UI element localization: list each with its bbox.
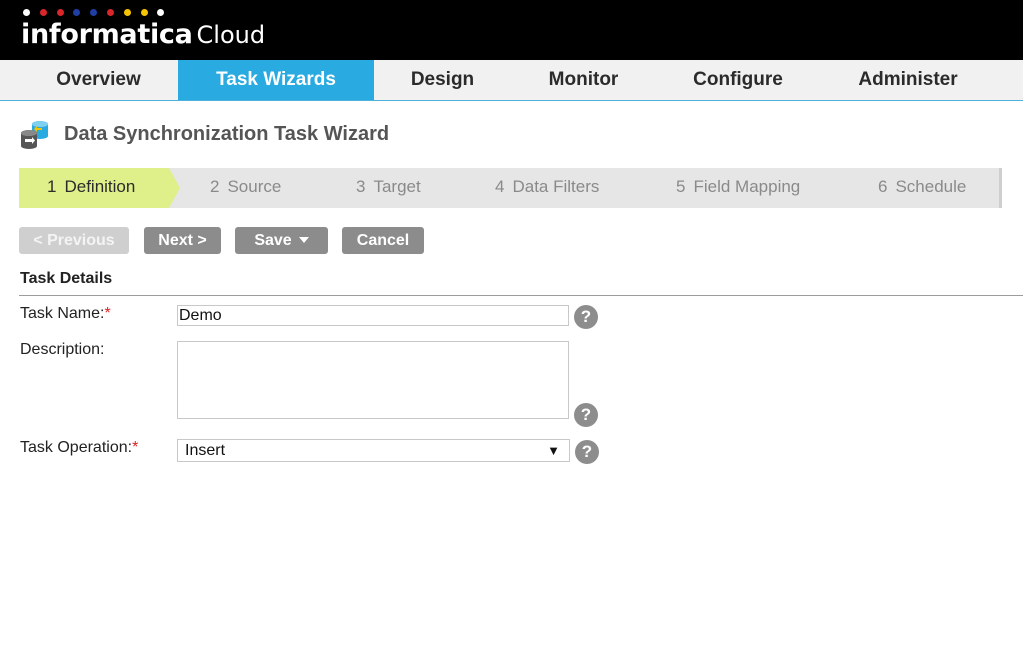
next-button[interactable]: Next > [144, 227, 221, 254]
logo-dots [23, 9, 174, 16]
help-icon[interactable]: ? [575, 440, 599, 464]
logo-dot [90, 9, 98, 16]
step-label: Field Mapping [693, 177, 801, 196]
nav-tab-task-wizards[interactable]: Task Wizards [178, 60, 374, 100]
step-label: Definition [64, 177, 136, 196]
page-title: Data Synchronization Task Wizard [64, 123, 390, 145]
logo-dot [157, 9, 165, 16]
task-operation-select[interactable]: Insert ▼ [177, 439, 570, 462]
step-label: Target [373, 177, 421, 196]
section-divider [19, 295, 1023, 296]
nav-tab-design[interactable]: Design [374, 60, 511, 100]
step-schedule[interactable]: 6 Schedule [878, 168, 966, 208]
step-source[interactable]: 2 Source [210, 168, 281, 208]
chevron-down-icon [298, 236, 309, 243]
task-operation-value: Insert [185, 442, 226, 459]
help-icon[interactable]: ? [574, 305, 598, 329]
step-number: 1 [47, 177, 57, 196]
task-operation-label: Task Operation:* [20, 439, 138, 457]
save-button[interactable]: Save [235, 227, 328, 254]
wizard-steps: 1 Definition 2 Source 3 Target 4 Data Filter… [19, 168, 1002, 208]
step-number: 4 [495, 177, 505, 196]
logo-dot [123, 9, 131, 16]
required-marker: * [132, 439, 139, 456]
step-label: Data Filters [512, 177, 600, 196]
step-number: 5 [676, 177, 686, 196]
active-step-arrow [169, 168, 180, 208]
step-number: 3 [356, 177, 366, 196]
save-button-label: Save [254, 232, 292, 249]
logo-product: Cloud [196, 21, 266, 49]
nav-tab-overview[interactable]: Overview [19, 60, 178, 100]
cancel-button[interactable]: Cancel [342, 227, 424, 254]
logo-brand: informatica [21, 19, 193, 50]
step-number: 6 [878, 177, 888, 196]
logo-dot [140, 9, 148, 16]
previous-button[interactable]: < Previous [19, 227, 129, 254]
app-logo[interactable]: informatica Cloud [21, 19, 265, 50]
nav-tab-configure[interactable]: Configure [656, 60, 820, 100]
logo-dot [106, 9, 114, 16]
task-operation-label-text: Task Operation: [20, 439, 133, 456]
step-label: Schedule [895, 177, 967, 196]
database-sync-icon [21, 121, 48, 149]
logo-dot [56, 9, 64, 16]
step-target[interactable]: 3 Target [356, 168, 421, 208]
main-nav: Overview Task Wizards Design Monitor Con… [0, 60, 1023, 101]
nav-tab-monitor[interactable]: Monitor [511, 60, 656, 100]
dropdown-arrow-icon: ▼ [547, 443, 560, 458]
logo-dot [39, 9, 47, 16]
task-name-label: Task Name:* [20, 305, 111, 323]
logo-dot [23, 9, 30, 16]
step-number: 2 [210, 177, 220, 196]
task-name-input[interactable] [177, 305, 569, 326]
task-name-label-text: Task Name: [20, 305, 105, 322]
step-field-mapping[interactable]: 5 Field Mapping [676, 168, 800, 208]
nav-tab-administer[interactable]: Administer [820, 60, 996, 100]
description-label: Description: [20, 341, 105, 358]
section-title: Task Details [20, 270, 113, 287]
step-definition[interactable]: 1 Definition [19, 168, 169, 208]
description-textarea[interactable] [177, 341, 569, 419]
step-data-filters[interactable]: 4 Data Filters [495, 168, 599, 208]
help-icon[interactable]: ? [574, 403, 598, 427]
required-marker: * [104, 305, 111, 322]
app-header: informatica Cloud [0, 0, 1023, 60]
logo-dot [73, 9, 81, 16]
step-label: Source [227, 177, 282, 196]
